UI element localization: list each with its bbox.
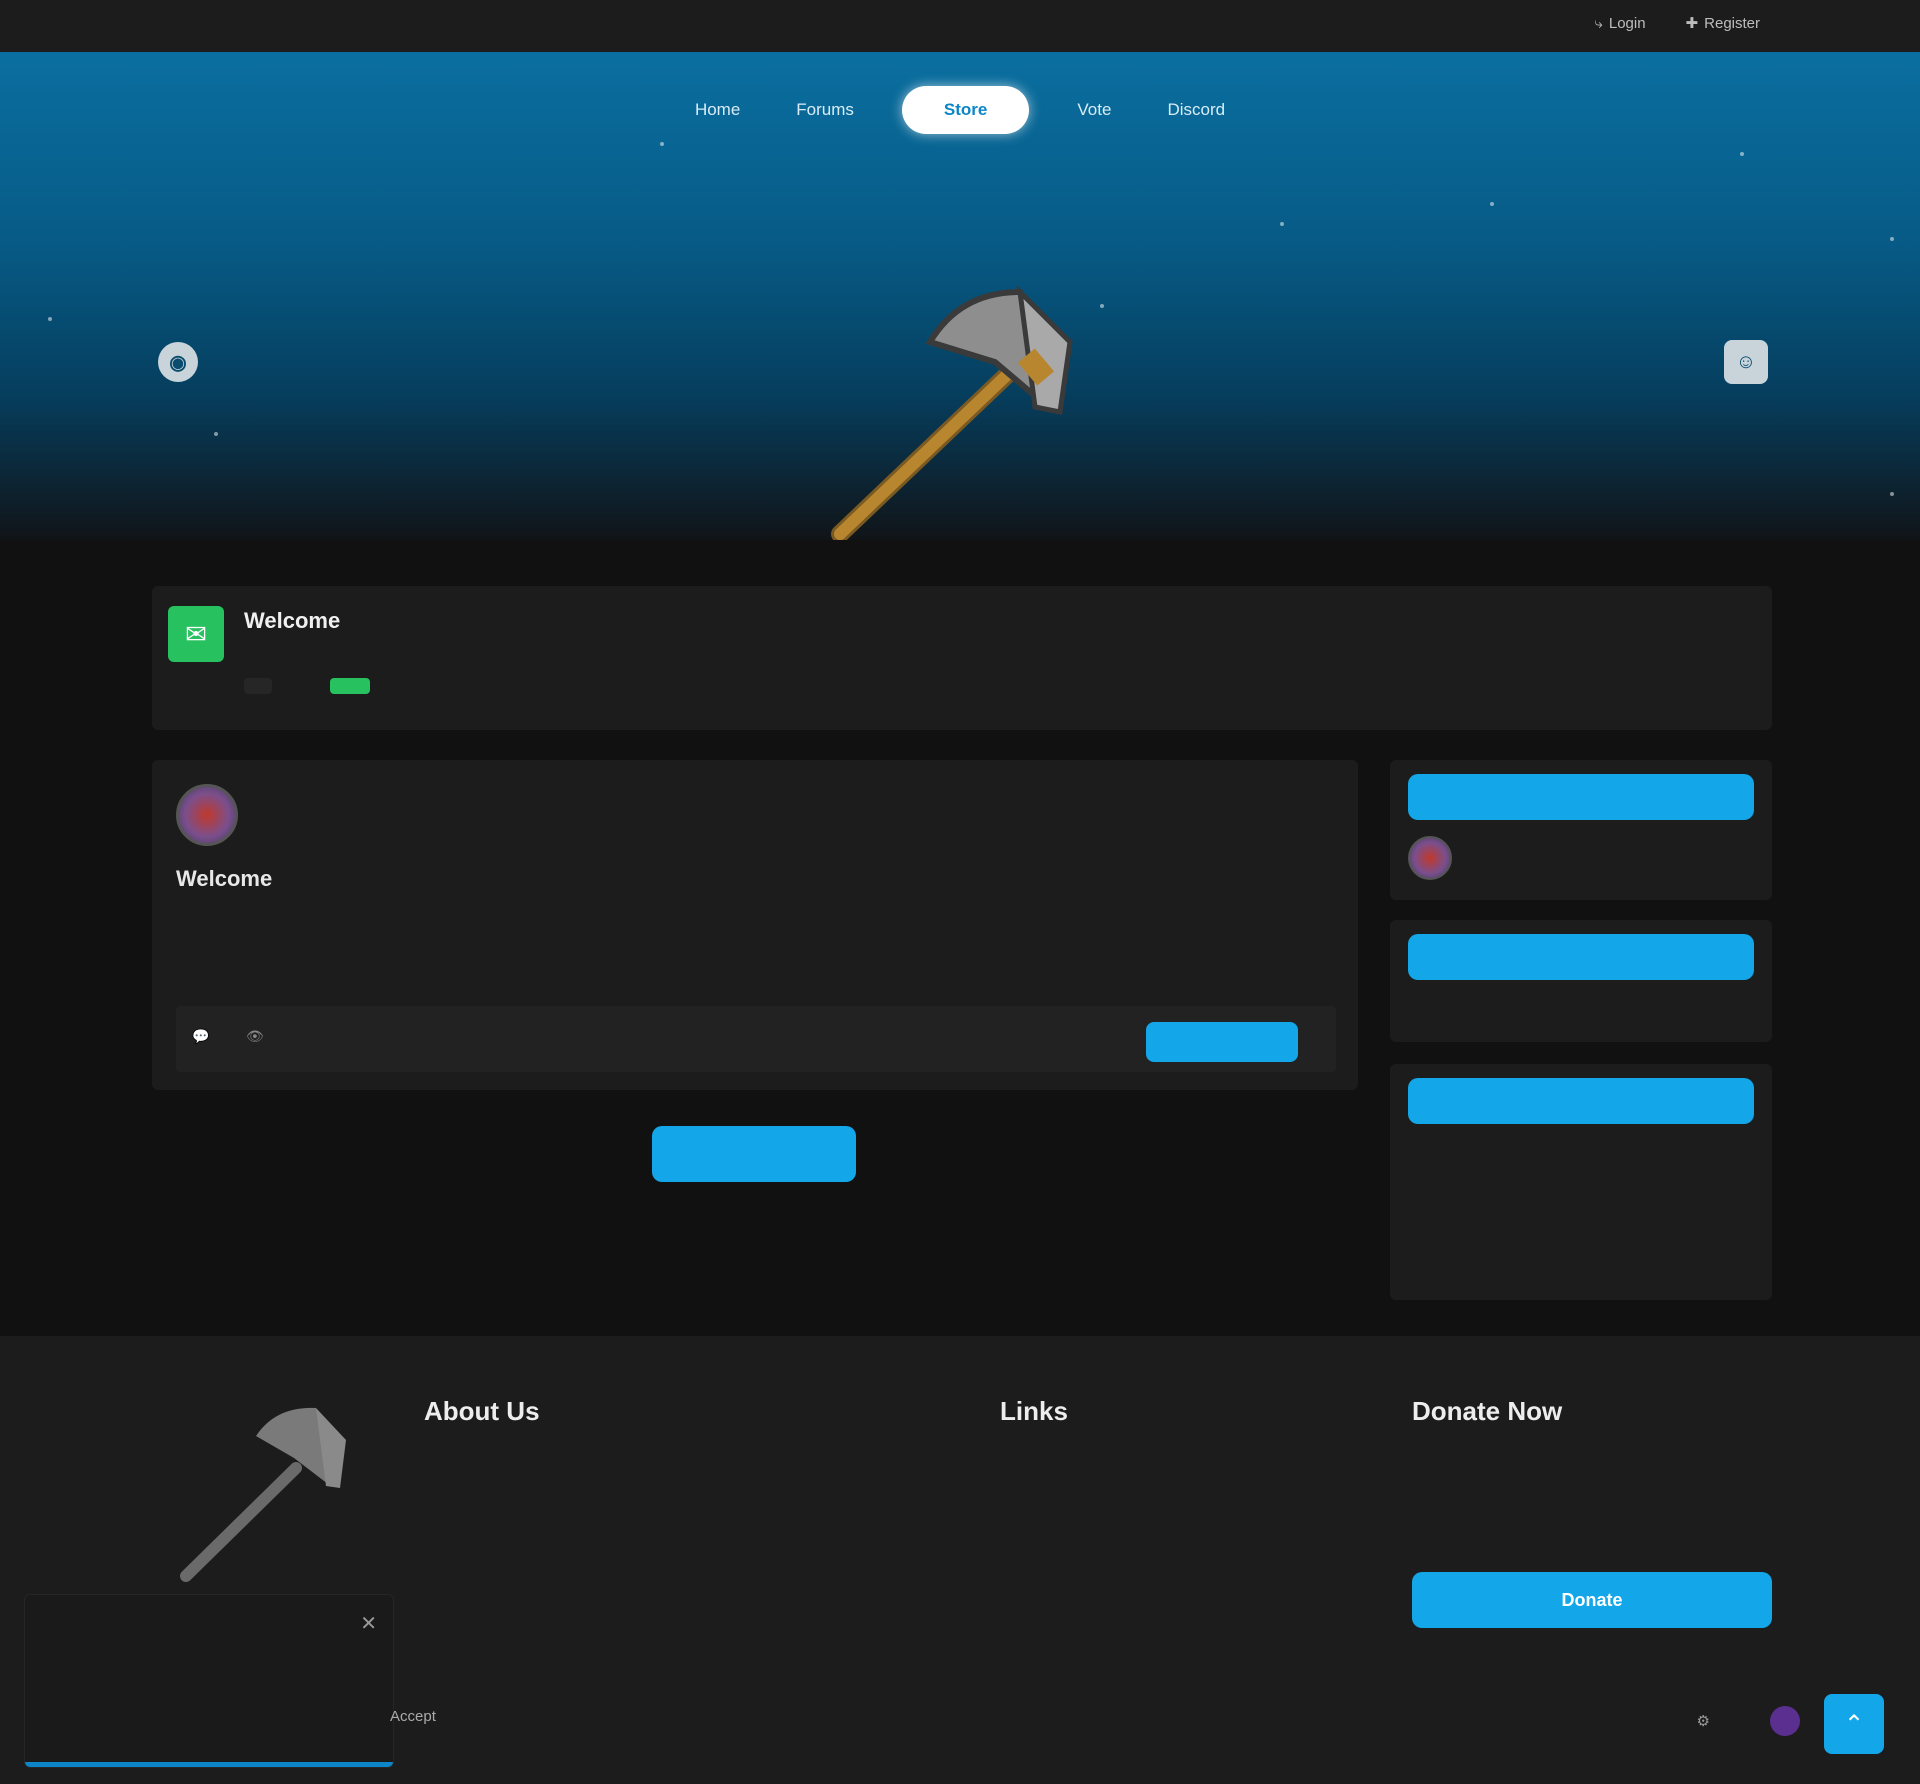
post-card: Welcome 💬 👁 — [152, 760, 1358, 1090]
list-item[interactable] — [1408, 836, 1468, 880]
stat-row — [1408, 1142, 1754, 1172]
nav-item-forums[interactable]: Forums — [788, 88, 862, 132]
widget-header — [1408, 774, 1754, 820]
avatar[interactable] — [176, 784, 238, 846]
footer-links: Links — [1000, 1396, 1068, 1426]
stat-row — [1408, 1262, 1754, 1292]
widget-header — [1408, 934, 1754, 980]
gear-icon[interactable]: ⚙ — [1697, 1712, 1710, 1730]
nav-item-store[interactable]: Store — [901, 86, 1030, 134]
chevron-up-icon: ⌃ — [1843, 1710, 1865, 1738]
post-heading: Welcome — [176, 866, 273, 891]
stat-row — [1408, 1172, 1754, 1202]
footer-about: About Us — [424, 1396, 540, 1426]
footer-donate: Donate Now — [1412, 1396, 1563, 1426]
hero-banner: Home Forums Store Vote Discord ◉ ☺ — [0, 52, 1920, 540]
theme-toggle[interactable] — [1770, 1706, 1800, 1736]
axe-logo — [180, 1407, 346, 1582]
comment-icon: 💬 — [192, 1028, 210, 1044]
donate-button[interactable]: Donate — [1412, 1572, 1772, 1628]
login-link[interactable]: ⤷ Login — [1594, 14, 1645, 32]
sidebar-widget-staff — [1390, 760, 1772, 900]
nav-item-vote[interactable]: Vote — [1069, 88, 1119, 132]
widget-header — [1408, 1078, 1754, 1124]
welcome-card: ✉ Welcome — [152, 586, 1772, 730]
discord-icon: ☺ — [1724, 340, 1768, 384]
status-badge[interactable] — [330, 678, 370, 694]
load-more-button[interactable] — [652, 1126, 856, 1182]
nav-item-discord[interactable]: Discord — [1159, 88, 1233, 132]
discord-widget[interactable]: ☺ — [1704, 340, 1768, 384]
bottom-bar: ⚙ — [1697, 1706, 1800, 1736]
post-footer: 💬 👁 — [176, 1006, 1336, 1072]
view-icon: 👁 — [246, 1028, 264, 1044]
top-bar: ⤷ Login ✚ Register — [0, 0, 1920, 52]
stat-row — [1408, 1202, 1754, 1232]
server-icon: ◉ — [158, 342, 198, 382]
sidebar-widget-stats — [1390, 1064, 1772, 1300]
chat-icon: ✉ — [168, 606, 224, 662]
stat-row — [1408, 1232, 1754, 1262]
server-ip-widget[interactable]: ◉ — [158, 342, 216, 382]
axe-logo — [831, 285, 1073, 540]
accept-button[interactable]: Accept — [390, 1708, 436, 1725]
avatar — [1408, 836, 1452, 880]
progress-bar — [25, 1762, 393, 1767]
scroll-top-button[interactable]: ⌃ — [1824, 1694, 1884, 1754]
main-nav: Home Forums Store Vote Discord — [0, 86, 1920, 134]
login-icon: ⤷ — [1594, 14, 1603, 32]
cookie-notice: ✕ — [24, 1594, 394, 1768]
sidebar-widget-online — [1390, 920, 1772, 1042]
category-tag[interactable] — [244, 678, 272, 694]
welcome-title: Welcome — [244, 608, 341, 633]
nav-item-home[interactable]: Home — [687, 88, 748, 132]
user-plus-icon: ✚ — [1685, 15, 1699, 32]
read-more-button[interactable] — [1146, 1022, 1298, 1062]
register-link[interactable]: ✚ Register — [1685, 14, 1760, 33]
close-icon[interactable]: ✕ — [360, 1611, 377, 1636]
